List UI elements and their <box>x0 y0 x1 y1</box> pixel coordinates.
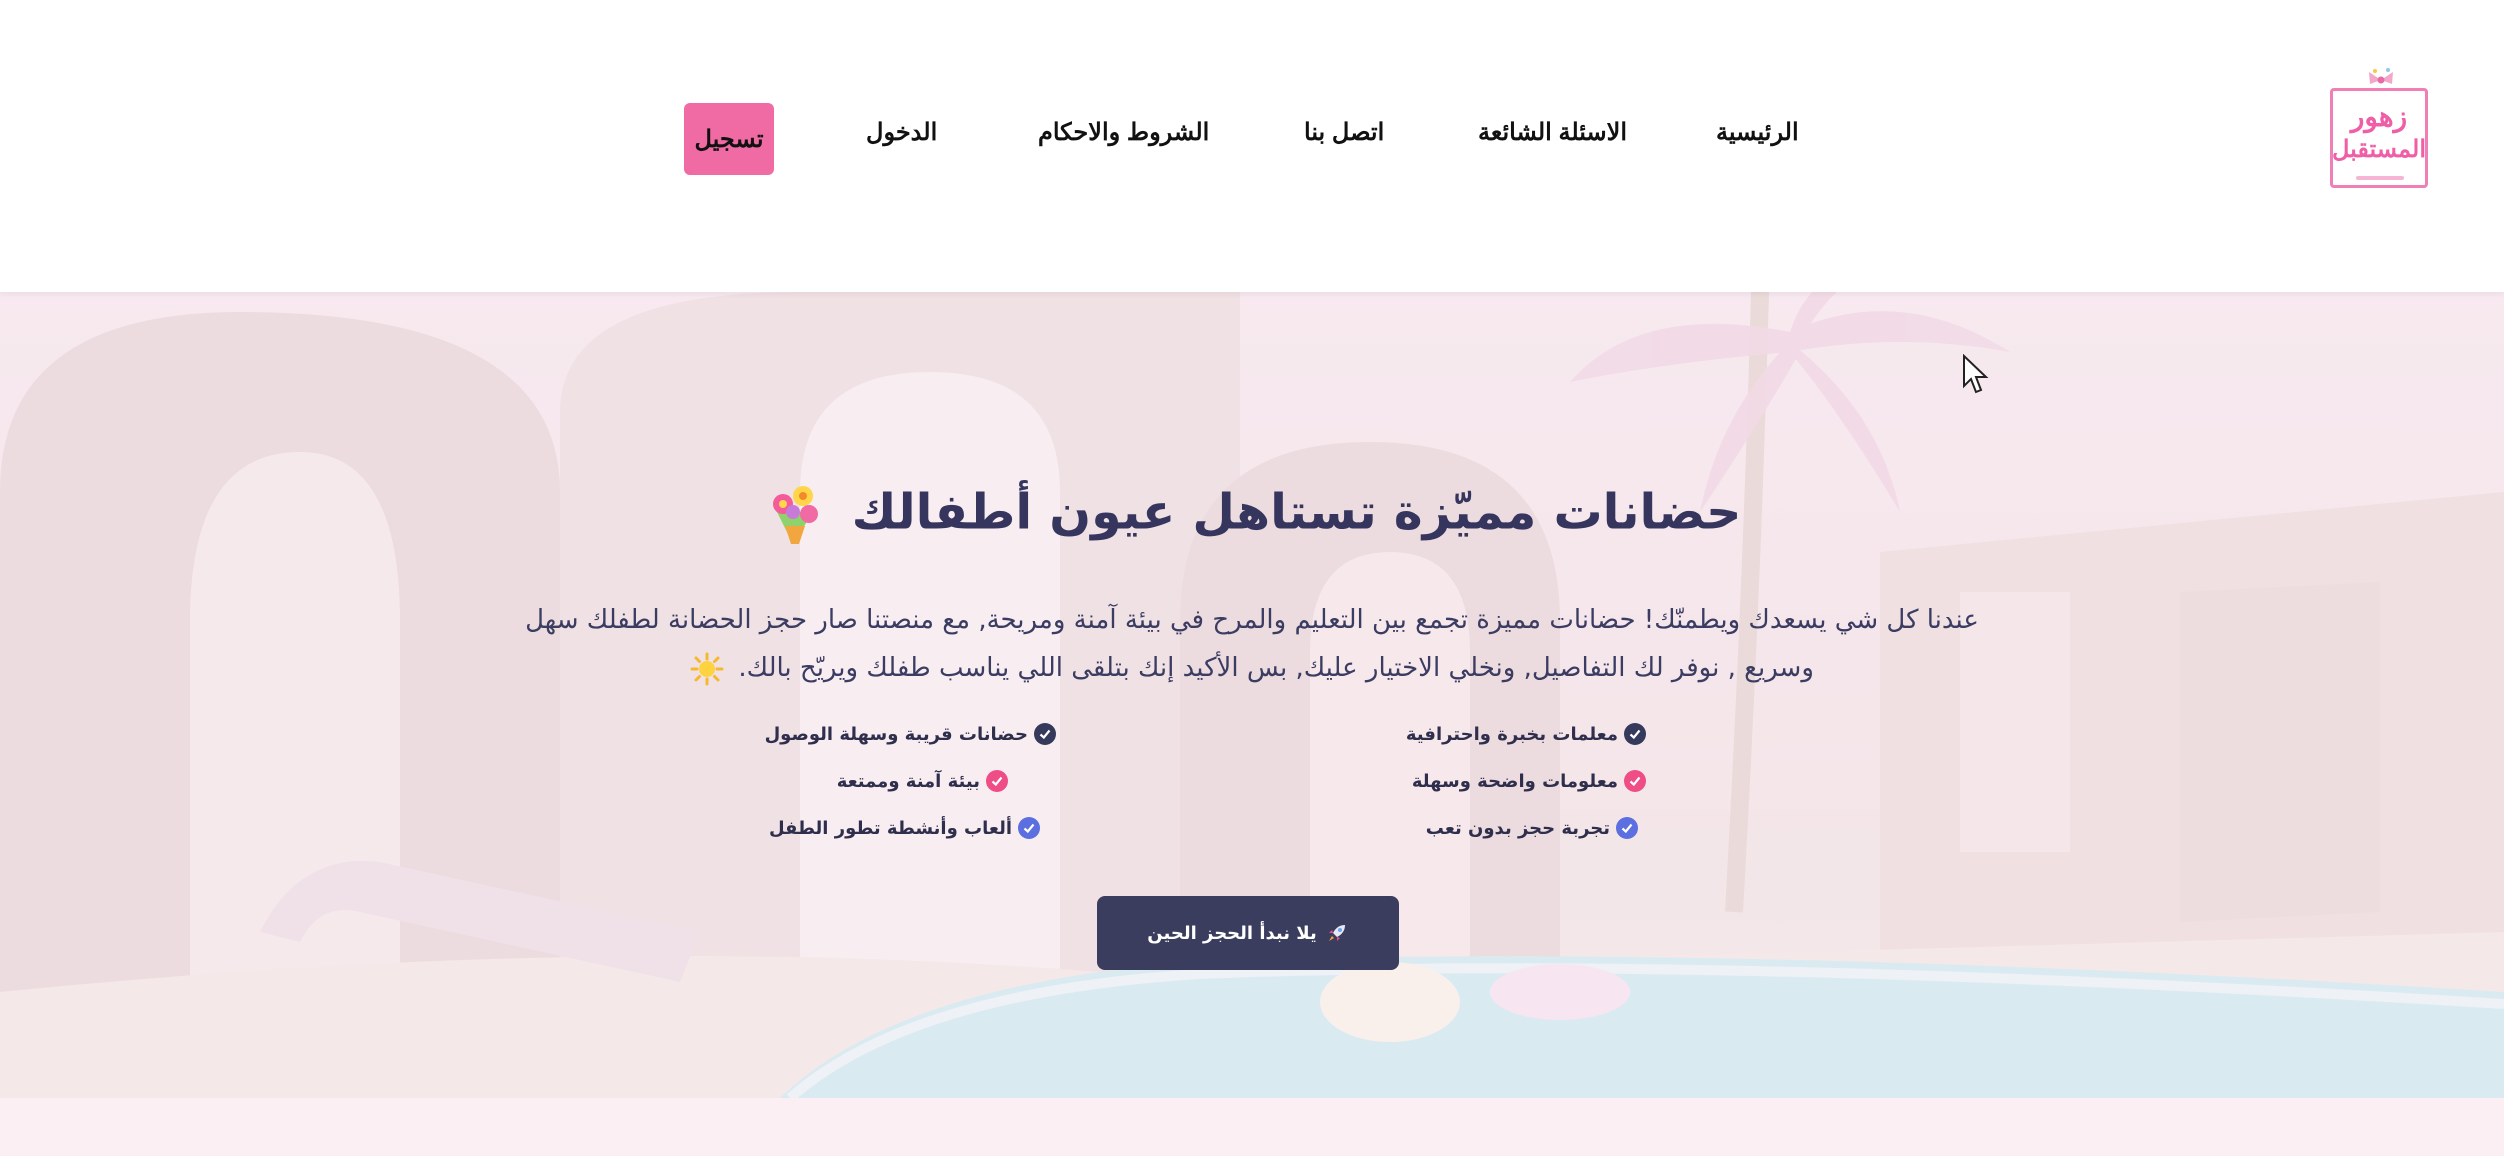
check-circle-icon <box>1624 770 1646 792</box>
hero-title: حضانات مميّزة تستاهل عيون أطفالك <box>0 482 2504 548</box>
feature-label: حضانات قريبة وسهلة الوصول <box>764 723 1028 745</box>
check-circle-icon <box>986 770 1008 792</box>
site-header: زهور المستقبل الرئيسية الاسئلة الشائعة ا… <box>0 0 2504 292</box>
feature-item: بيئة آمنة وممتعة <box>837 770 1008 792</box>
sun-icon <box>690 652 724 685</box>
feature-item: تجربة حجز بدون تعب <box>1426 817 1638 839</box>
feature-item: معلمات بخبرة واحترافية <box>1406 723 1646 745</box>
rocket-icon <box>1328 925 1345 941</box>
hero-paragraph: عندنا كل شي يسعدك ويطمنّك! حضانات مميزة … <box>520 596 1984 692</box>
feature-label: معلومات واضحة وسهلة <box>1411 770 1618 792</box>
hero-paragraph-line-2-text: وسريع , نوفر لك التفاصيل, ونخلي الاختيار… <box>738 653 1814 683</box>
logo-line-1: زهور <box>2350 100 2408 133</box>
check-circle-icon <box>1018 817 1040 839</box>
check-circle-icon <box>1034 723 1056 745</box>
feature-label: بيئة آمنة وممتعة <box>836 770 980 792</box>
feature-item: معلومات واضحة وسهلة <box>1412 770 1646 792</box>
nav-terms[interactable]: الشروط والاحكام <box>1038 118 1209 147</box>
hero-section <box>0 292 2504 1098</box>
feature-item: حضانات قريبة وسهلة الوصول <box>765 723 1056 745</box>
hero-title-text: حضانات مميّزة تستاهل عيون أطفالك <box>851 483 1742 541</box>
bow-icon <box>2369 68 2393 84</box>
feature-item: ألعاب وأنشطة تطور الطفل <box>769 817 1040 839</box>
feature-label: ألعاب وأنشطة تطور الطفل <box>768 817 1012 839</box>
nav-faq[interactable]: الاسئلة الشائعة <box>1478 118 1627 147</box>
check-circle-icon <box>1616 817 1638 839</box>
mouse-cursor-icon <box>1963 354 1989 394</box>
hero-overlay <box>0 292 2504 1098</box>
nav-contact[interactable]: اتصل بنا <box>1304 118 1384 147</box>
start-booking-label: يلا نبدأ الحجز الحين <box>1147 922 1317 944</box>
nav-home[interactable]: الرئيسية <box>1716 118 1799 147</box>
feature-label: تجربة حجز بدون تعب <box>1425 817 1610 839</box>
logo-underline <box>2356 176 2404 180</box>
check-circle-icon <box>1624 723 1646 745</box>
next-section-edge <box>0 1098 2504 1156</box>
nav-login[interactable]: الدخول <box>866 118 937 147</box>
hero-paragraph-line-1: عندنا كل شي يسعدك ويطمنّك! حضانات مميزة … <box>525 605 1979 635</box>
logo-line-2: المستقبل <box>2331 134 2427 163</box>
site-logo[interactable]: زهور المستقبل <box>2326 64 2432 192</box>
start-booking-button[interactable]: يلا نبدأ الحجز الحين <box>1097 896 1399 970</box>
hero-paragraph-line-2: وسريع , نوفر لك التفاصيل, ونخلي الاختيار… <box>520 644 1984 692</box>
bouquet-icon <box>772 486 818 544</box>
register-button[interactable]: تسجيل <box>684 103 774 175</box>
feature-label: معلمات بخبرة واحترافية <box>1405 723 1618 745</box>
